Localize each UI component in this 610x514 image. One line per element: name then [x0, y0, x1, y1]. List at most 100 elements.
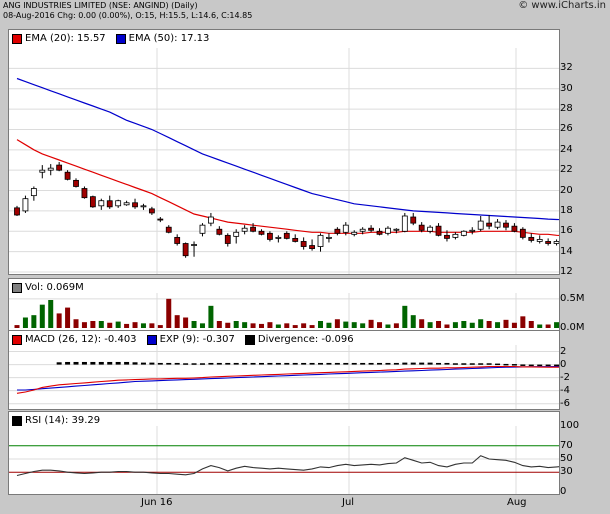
volume-bar	[554, 322, 559, 328]
x-label-jul: Jul	[342, 497, 355, 508]
volume-bar	[183, 317, 189, 328]
y-tick-label: 22	[560, 164, 573, 176]
volume-bar	[56, 313, 62, 328]
volume-bar	[48, 300, 54, 328]
divergence-bar	[90, 361, 96, 365]
candle-body	[334, 228, 341, 234]
candle-body	[81, 188, 88, 199]
x-label-aug: Aug	[507, 497, 527, 508]
macd-panel: MACD (26, 12): -0.403 EXP (9): -0.307 Di…	[8, 330, 560, 410]
divergence-bar	[385, 362, 391, 365]
volume-bar	[14, 325, 20, 328]
exp-line	[17, 366, 559, 391]
divergence-bar	[334, 362, 340, 365]
candle-body	[165, 226, 172, 233]
divergence-bar	[478, 363, 484, 365]
volume-bar	[495, 322, 501, 328]
volume-bar	[545, 324, 551, 328]
candle-body	[511, 225, 518, 232]
divergence-bar	[73, 361, 79, 365]
volume-bar	[140, 323, 146, 328]
macd-chart	[9, 345, 559, 409]
y-tick-label: 30	[560, 466, 573, 478]
candle-body	[123, 202, 130, 206]
volume-bar	[452, 322, 458, 328]
candle-body	[224, 234, 231, 244]
rsi-panel: RSI (14): 39.29	[8, 411, 560, 495]
volume-bar	[166, 298, 172, 328]
divergence-bar	[242, 362, 248, 365]
candle-body	[233, 231, 240, 237]
volume-bar	[410, 315, 416, 328]
divergence-bar	[545, 364, 551, 367]
volume-bar	[436, 321, 442, 328]
candle-body	[418, 224, 425, 231]
candle-body	[494, 221, 501, 228]
candle-body	[39, 169, 46, 173]
divergence-bar	[149, 362, 155, 365]
y-tick-label: 0.0M	[560, 322, 585, 333]
divergence-bar	[275, 362, 281, 365]
divergence-bar	[199, 363, 205, 365]
volume-bar	[250, 323, 256, 328]
volume-bar	[225, 322, 231, 328]
divergence-bar	[360, 362, 366, 365]
volume-bar	[469, 322, 475, 328]
volume-bar	[90, 321, 96, 328]
candle-body	[30, 188, 37, 197]
candle-body	[460, 230, 467, 236]
divergence-bar	[107, 361, 113, 365]
volume-bar	[124, 323, 130, 328]
divergence-bar	[208, 362, 214, 365]
y-tick-label: 32	[560, 62, 573, 74]
divergence-bar	[528, 364, 534, 367]
candle-body	[73, 179, 79, 187]
volume-bar	[233, 321, 239, 328]
volume-bar	[115, 321, 121, 328]
divergence-bar	[486, 363, 492, 365]
candle-body	[98, 200, 105, 207]
volume-bar	[98, 321, 104, 328]
volume-bar	[199, 323, 205, 328]
volume-bar	[284, 323, 290, 328]
candle-body	[477, 220, 484, 230]
volume-bar	[511, 322, 517, 328]
volume-bar	[132, 322, 138, 328]
volume-bar	[427, 322, 433, 328]
candle-body	[56, 164, 63, 171]
volume-bar	[81, 322, 87, 328]
candle-body	[250, 226, 256, 232]
divergence-bar	[511, 364, 517, 366]
candle-body	[342, 224, 349, 233]
divergence-bar	[452, 363, 458, 365]
volume-bar	[537, 324, 543, 328]
y-tick-label: 16	[560, 225, 573, 237]
divergence-bar	[191, 363, 197, 365]
candle-body	[182, 243, 189, 257]
y-tick-label: 70	[560, 439, 573, 451]
candle-body	[208, 216, 214, 224]
divergence-bar	[258, 362, 264, 365]
volume-bar	[368, 319, 374, 328]
candle-body	[528, 236, 535, 241]
divergence-bar	[132, 362, 138, 365]
volume-bar	[216, 321, 222, 328]
candle-body	[89, 196, 96, 208]
divergence-bar	[267, 362, 273, 365]
divergence-bar	[183, 363, 189, 365]
divergence-bar	[140, 362, 146, 365]
volume-bar	[301, 323, 307, 328]
y-tick-label: -6	[560, 397, 570, 409]
y-tick-label: 0	[560, 486, 567, 497]
divergence-bar	[250, 362, 256, 365]
candle-body	[444, 234, 450, 239]
volume-bar	[258, 323, 264, 328]
site-logo: © www.iCharts.in	[518, 0, 606, 11]
divergence-bar	[326, 362, 332, 365]
candle-body	[115, 200, 122, 207]
candle-body	[359, 228, 366, 232]
divergence-bar	[309, 362, 315, 365]
candle-body	[174, 236, 181, 244]
candle-body	[132, 202, 138, 208]
volume-bar	[208, 305, 214, 328]
